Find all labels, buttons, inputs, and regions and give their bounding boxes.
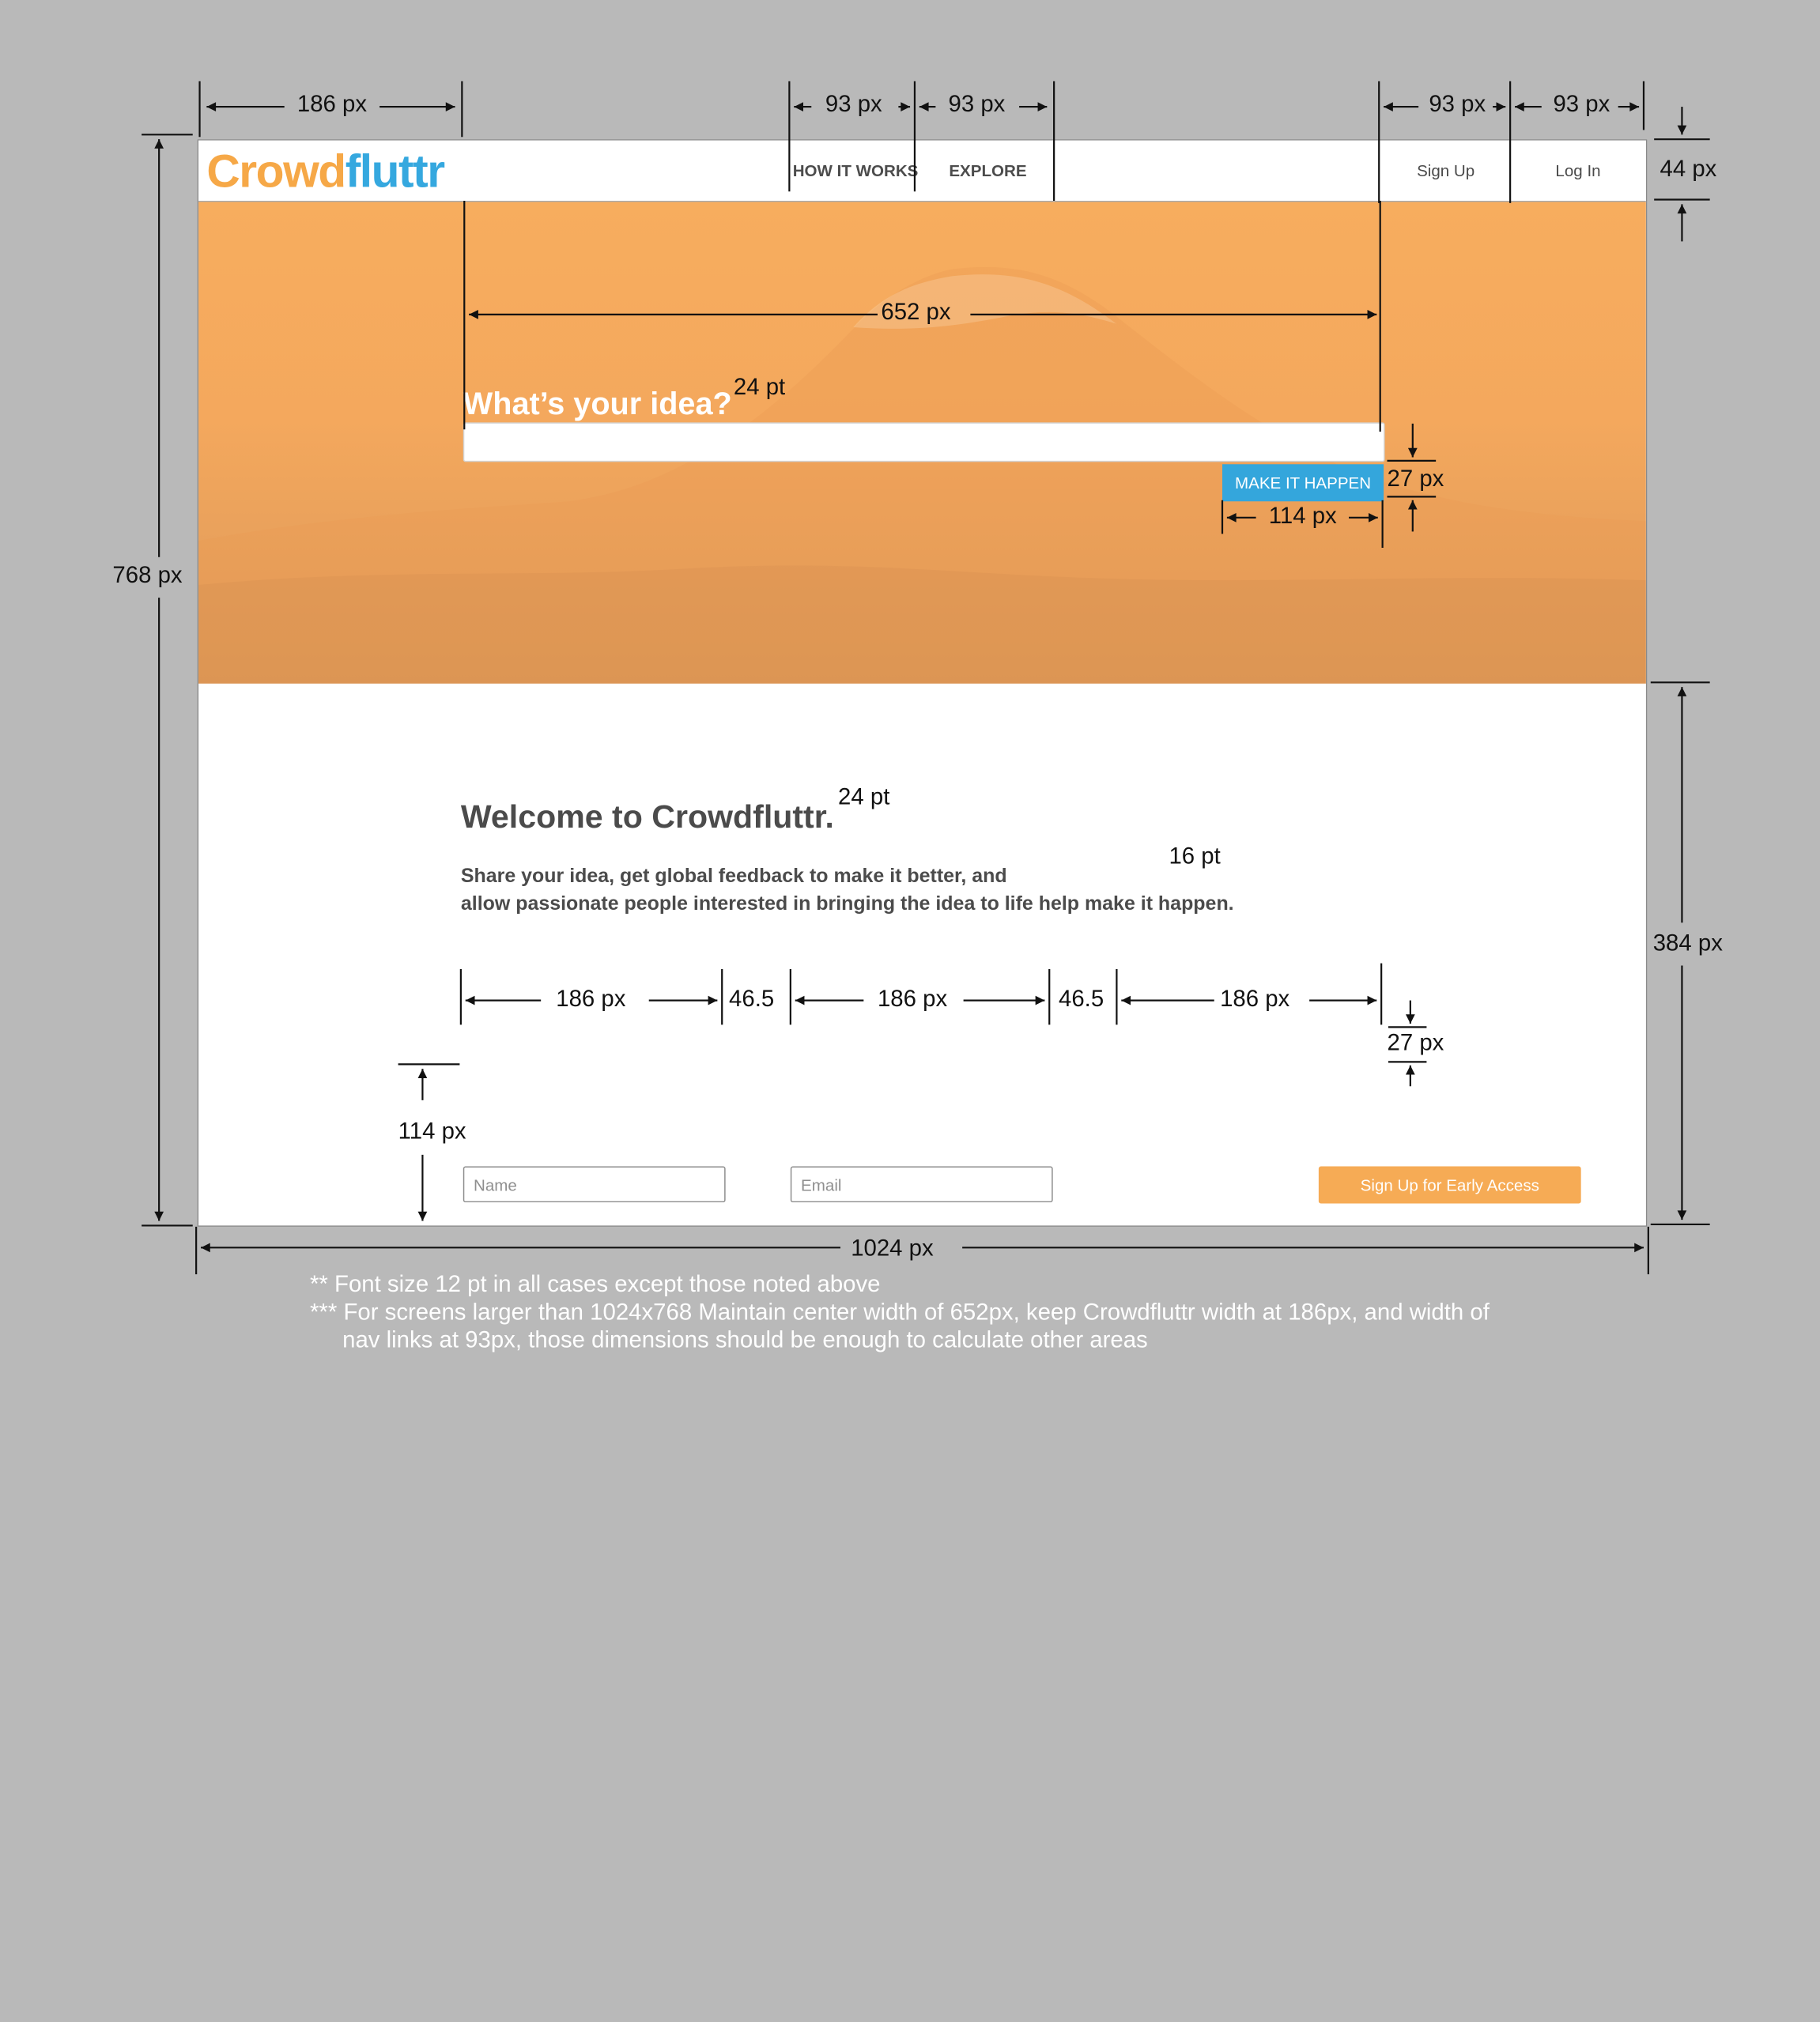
- font-size-note: ** Font size 12 pt in all cases except t…: [310, 1272, 881, 1298]
- dim-bottom-gap: 114 px: [398, 1119, 466, 1145]
- annotated-mockup: Crowdfluttr HOW IT WORKS EXPLORE Sign Up…: [0, 0, 1820, 2022]
- dim-signup-width: 93 px: [1429, 91, 1486, 118]
- dim-idea-font-size: 24 pt: [733, 375, 786, 401]
- dim-make-button-width: 114 px: [1268, 504, 1337, 530]
- responsive-note-line-1: *** For screens larger than 1024x768 Mai…: [310, 1300, 1490, 1326]
- dim-signup-button-width: 186 px: [1220, 986, 1290, 1013]
- dim-name-width: 186 px: [556, 986, 626, 1013]
- dim-page-width: 1024 px: [851, 1235, 934, 1262]
- responsive-note-line-2: nav links at 93px, those dimensions shou…: [342, 1327, 1148, 1353]
- dim-signup-button-height: 27 px: [1387, 1030, 1444, 1057]
- dim-gap-1: 46.5: [729, 986, 775, 1013]
- dim-login-width: 93 px: [1553, 91, 1610, 118]
- dim-explore-width: 93 px: [948, 91, 1006, 118]
- dimension-lines: [142, 81, 1710, 1275]
- dim-gap-2: 46.5: [1058, 986, 1104, 1013]
- dim-logo-width: 186 px: [296, 91, 368, 118]
- dim-center-width: 652 px: [881, 299, 951, 326]
- dim-how-it-works-width: 93 px: [825, 91, 882, 118]
- dim-description-font-size: 16 pt: [1169, 843, 1221, 870]
- dim-email-width: 186 px: [877, 986, 948, 1013]
- dim-page-height: 768 px: [112, 563, 183, 589]
- dim-make-button-height: 27 px: [1387, 466, 1444, 492]
- dim-welcome-font-size: 24 pt: [838, 784, 890, 810]
- dim-lower-section-height: 384 px: [1652, 930, 1723, 956]
- dim-header-height: 44 px: [1660, 157, 1717, 183]
